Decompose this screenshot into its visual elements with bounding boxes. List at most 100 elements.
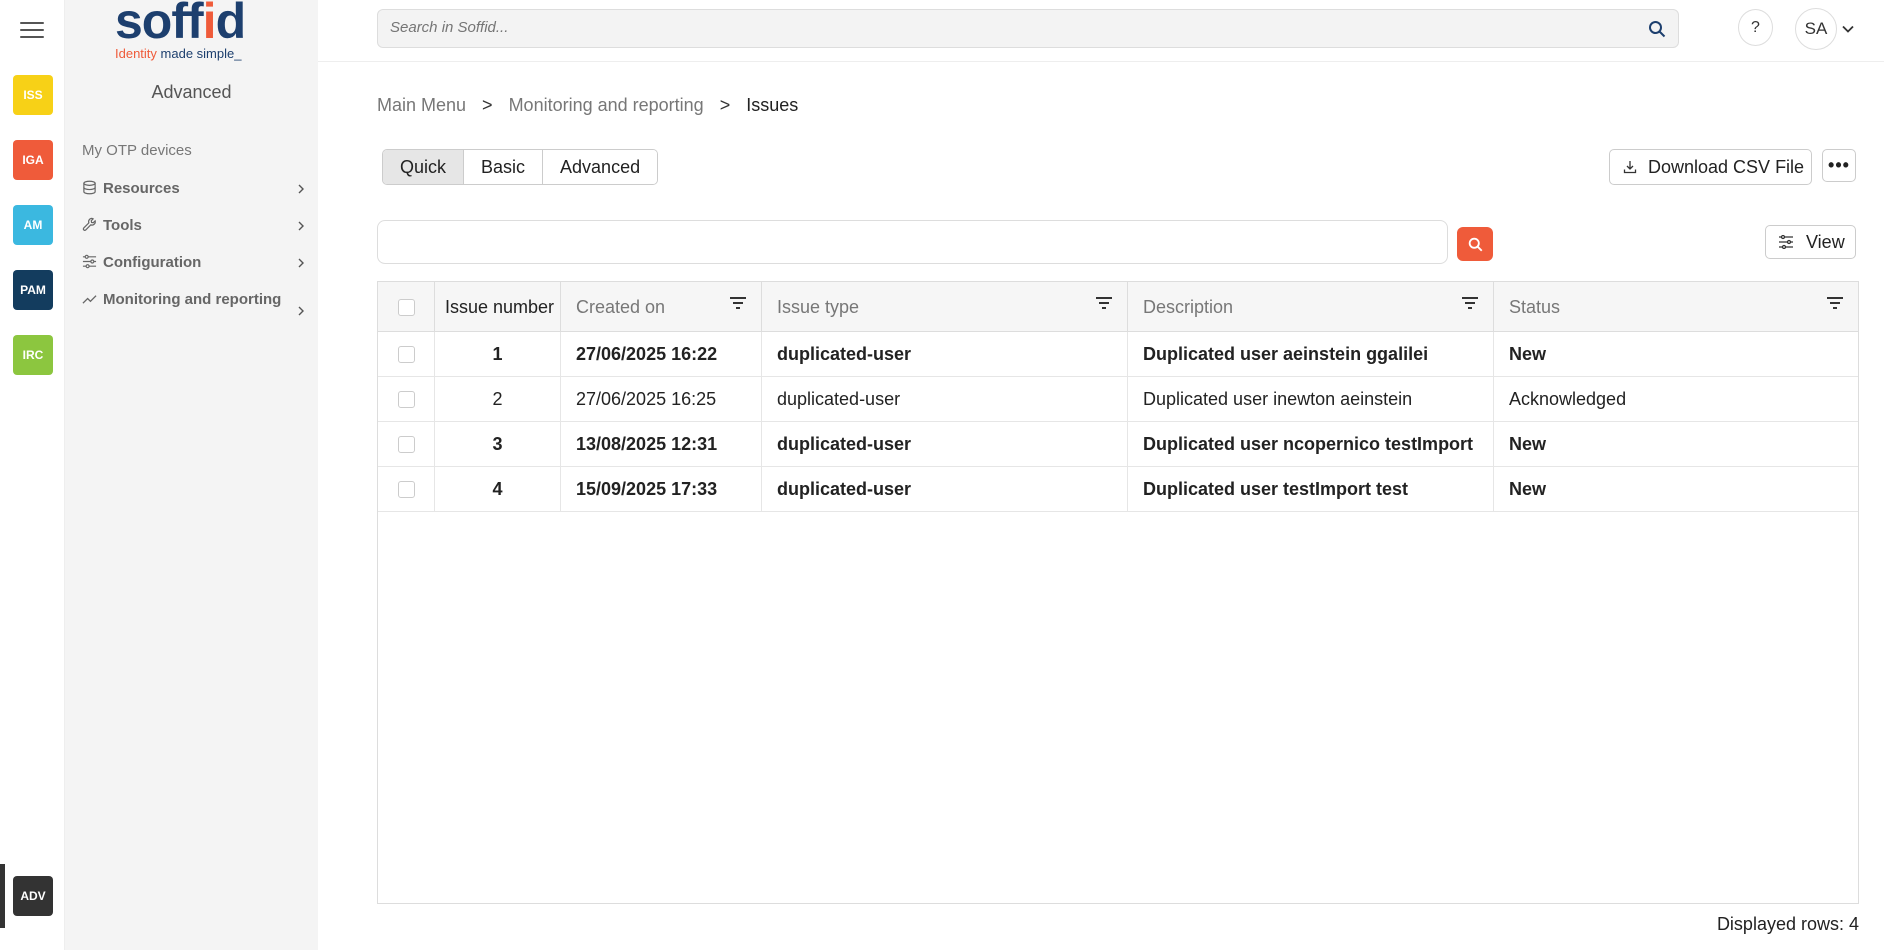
cell-issue-type: duplicated-user	[762, 332, 1128, 377]
cell-description: Duplicated user ncopernico testImport	[1128, 422, 1494, 467]
column-header-created-on[interactable]: Created on	[561, 282, 762, 332]
cell-created-on: 15/09/2025 17:33	[561, 467, 762, 512]
cell-issue-type: duplicated-user	[762, 377, 1128, 422]
cell-issue-number: 1	[435, 332, 561, 377]
view-label: View	[1806, 231, 1845, 252]
sidebar-item-label: Configuration	[103, 254, 202, 271]
table-row[interactable]: 4 15/09/2025 17:33 duplicated-user Duplicat…	[378, 467, 1858, 512]
column-header-status[interactable]: Status	[1494, 282, 1858, 332]
wrench-icon	[82, 217, 96, 231]
column-header-label: Issue number ▲	[435, 297, 560, 318]
breadcrumb-main-menu[interactable]: Main Menu	[377, 95, 466, 116]
sidebar-item-label: Resources	[103, 180, 180, 197]
column-header-label: Created on	[576, 296, 666, 317]
sidebar-item-resources[interactable]: Resources	[82, 178, 306, 200]
cell-created-on: 27/06/2025 16:22	[561, 332, 762, 377]
table-header: Issue number ▲ Created on Issue type Des…	[378, 282, 1858, 332]
cell-status: New	[1509, 344, 1547, 364]
chevron-right-icon	[298, 306, 304, 316]
row-select-cell	[378, 377, 435, 422]
sliders-icon	[1779, 235, 1793, 249]
tab-advanced[interactable]: Advanced	[543, 150, 658, 184]
sidebar-item-tools[interactable]: Tools	[82, 215, 306, 237]
app-tile-pam[interactable]: PAM	[13, 270, 53, 310]
tab-quick[interactable]: Quick	[383, 150, 465, 184]
column-header-issue-type[interactable]: Issue type	[762, 282, 1128, 332]
top-bar: ? SA	[318, 0, 1884, 62]
column-header-label: Issue type	[777, 296, 860, 317]
cell-created-on: 27/06/2025 16:25	[561, 377, 762, 422]
app-tile-adv[interactable]: ADV	[13, 876, 53, 916]
cell-description: Duplicated user inewton aeinstein	[1128, 377, 1494, 422]
download-csv-button[interactable]: Download CSV File	[1609, 149, 1812, 185]
trend-icon	[82, 295, 97, 304]
app-tile-am[interactable]: AM	[13, 205, 53, 245]
global-search-input[interactable]	[390, 19, 1630, 36]
cell-issue-type: duplicated-user	[762, 422, 1128, 467]
filter-icon[interactable]	[1461, 294, 1479, 312]
global-search	[377, 9, 1679, 48]
search-icon	[1468, 237, 1482, 251]
filter-icon[interactable]	[1826, 294, 1844, 312]
tab-basic[interactable]: Basic	[464, 150, 544, 184]
chevron-right-icon	[298, 184, 304, 194]
app-tile-iga[interactable]: IGA	[13, 140, 53, 180]
issues-table: Issue number ▲ Created on Issue type Des…	[377, 281, 1859, 904]
active-app-indicator	[0, 864, 5, 928]
filter-icon[interactable]	[729, 294, 747, 312]
quick-search-button[interactable]	[1457, 227, 1493, 261]
help-button[interactable]: ?	[1738, 9, 1773, 46]
header-select-all-cell	[378, 282, 435, 332]
sliders-icon	[82, 254, 97, 269]
download-icon	[1623, 161, 1637, 174]
cell-status: New	[1509, 434, 1547, 454]
row-select-cell	[378, 467, 435, 512]
row-select-cell	[378, 332, 435, 377]
chevron-down-icon[interactable]	[1841, 22, 1855, 36]
app-tile-irc[interactable]: IRC	[13, 335, 53, 375]
logo-tagline: Identity made simple_	[115, 46, 242, 61]
search-mode-tabs: Quick Basic Advanced	[382, 149, 659, 185]
select-all-checkbox[interactable]	[397, 298, 415, 316]
sidebar-item-my-otp-devices[interactable]: My OTP devices	[82, 142, 192, 159]
search-icon[interactable]	[1648, 20, 1666, 38]
breadcrumb: Main Menu > Monitoring and reporting > I…	[377, 95, 798, 116]
database-icon	[83, 180, 96, 195]
hamburger-menu-icon[interactable]	[20, 22, 44, 42]
chevron-right-icon	[298, 221, 304, 231]
table-row[interactable]: 1 27/06/2025 16:22 duplicated-user Duplicat…	[378, 332, 1858, 377]
row-checkbox[interactable]	[397, 346, 415, 363]
sidebar-item-label: Monitoring and reporting	[103, 291, 282, 308]
more-options-button[interactable]: •••	[1822, 149, 1856, 182]
cell-issue-number: 4	[435, 467, 561, 512]
row-checkbox[interactable]	[397, 391, 415, 408]
row-checkbox[interactable]	[397, 436, 415, 453]
cell-description: Duplicated user aeinstein ggalilei	[1128, 332, 1494, 377]
app-rail: ISS IGA AM PAM IRC ADV	[0, 0, 65, 950]
view-options-button[interactable]: View	[1765, 225, 1856, 259]
column-header-description[interactable]: Description	[1128, 282, 1494, 332]
user-avatar[interactable]: SA	[1795, 8, 1837, 50]
soffid-logo[interactable]: soffid Identity made simple_	[115, 0, 275, 62]
column-header-label: Description	[1143, 296, 1234, 317]
cell-description: Duplicated user testImport test	[1128, 467, 1494, 512]
breadcrumb-separator: >	[482, 95, 493, 115]
cell-created-on: 13/08/2025 12:31	[561, 422, 762, 467]
column-header-issue-number[interactable]: Issue number ▲	[435, 282, 561, 332]
sidebar-item-label: Tools	[103, 217, 142, 234]
row-checkbox[interactable]	[397, 481, 415, 498]
sidebar: soffid Identity made simple_ Advanced My…	[65, 0, 318, 950]
quick-search-input[interactable]	[377, 220, 1448, 264]
table-row[interactable]: 2 27/06/2025 16:25 duplicated-user Duplicat…	[378, 377, 1858, 422]
breadcrumb-monitoring-and-reporting[interactable]: Monitoring and reporting	[509, 95, 704, 116]
breadcrumb-separator: >	[719, 95, 731, 115]
app-tile-iss[interactable]: ISS	[13, 75, 53, 115]
filter-icon[interactable]	[1095, 294, 1113, 312]
cell-issue-number: 3	[435, 422, 561, 467]
sidebar-item-monitoring-and-reporting[interactable]: Monitoring and reporting	[82, 289, 306, 316]
sidebar-item-configuration[interactable]: Configuration	[82, 252, 306, 274]
table-row[interactable]: 3 13/08/2025 12:31 duplicated-user Duplicat…	[378, 422, 1858, 467]
logo-wordmark: soffid	[115, 0, 246, 49]
breadcrumb-current: Issues	[746, 95, 799, 115]
sort-ascending-icon: ▲	[559, 305, 560, 316]
